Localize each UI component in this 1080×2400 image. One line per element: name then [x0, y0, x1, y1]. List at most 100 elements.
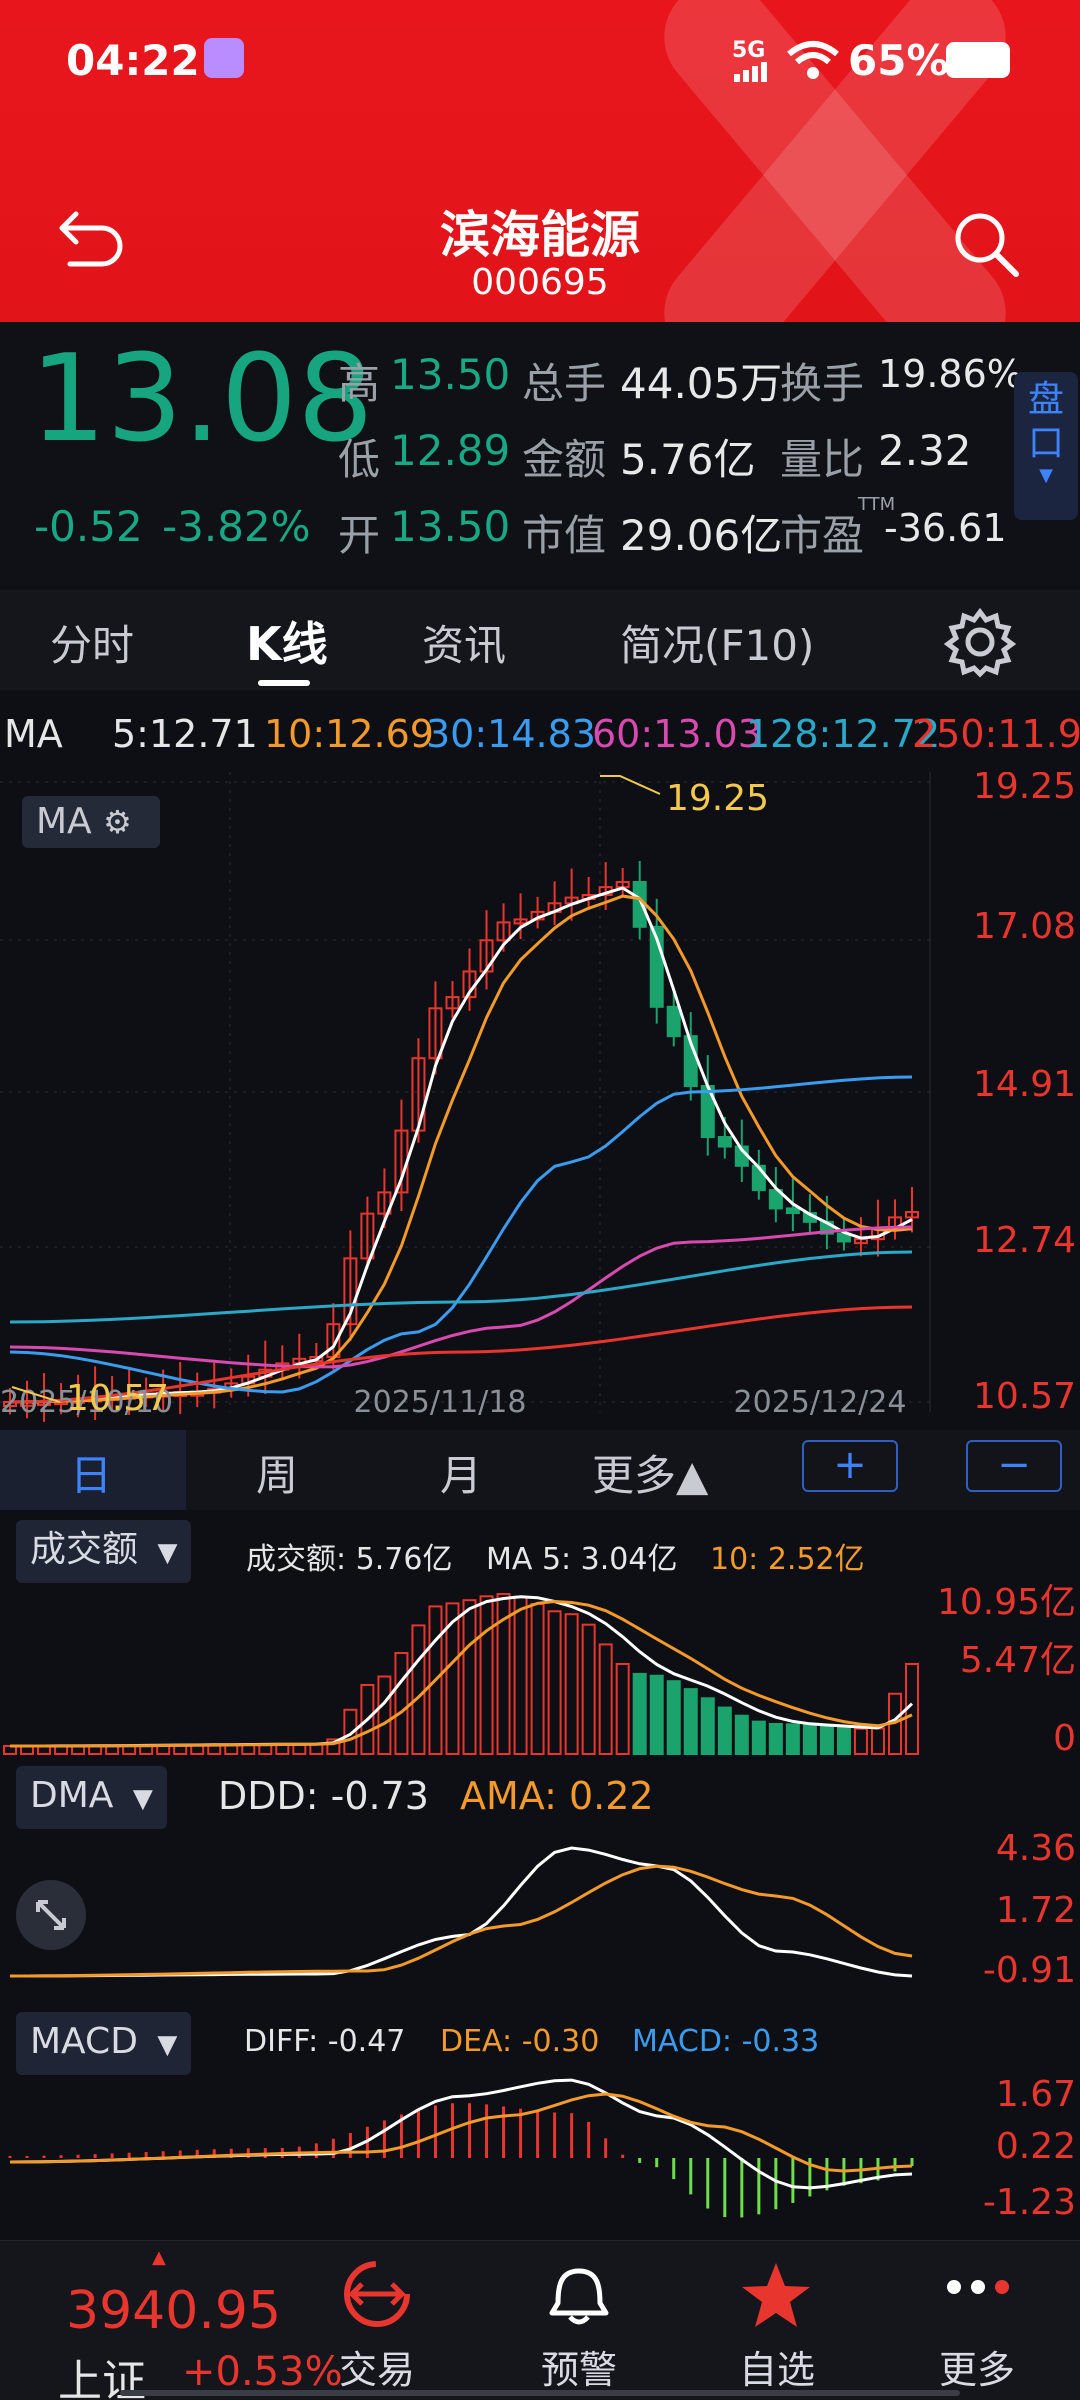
volume-selector-label: 成交额 [30, 1529, 139, 1570]
macd-axis-label: 0.22 [996, 2126, 1076, 2167]
current-price: 13.08 [30, 330, 374, 469]
dma-selector-label: DMA [30, 1775, 114, 1816]
home-indicator [120, 2390, 960, 2396]
open-label: 开 [338, 511, 381, 560]
expand-icon[interactable] [16, 1880, 86, 1950]
price-axis-label: 19.25 [973, 772, 1076, 807]
high-value: 13.50 [390, 350, 511, 399]
macd-chart[interactable]: 1.67 0.22 -1.23 [0, 2066, 1080, 2238]
high-label: 高 [338, 359, 381, 408]
volume-bar [717, 1706, 732, 1755]
ma128-value: 128:12.72 [746, 712, 941, 756]
zoom-out-button[interactable]: − [966, 1440, 1062, 1492]
nav-trade[interactable]: 交易 [312, 2339, 442, 2394]
period-month[interactable]: 月 [440, 1442, 482, 1503]
status-time: 04:22 [66, 36, 200, 85]
period-bar: 日 周 月 更多▲ + − [0, 1430, 1080, 1510]
kline-chart[interactable]: 19.2517.0814.9112.7410.572025/10/10 2025/… [0, 772, 1080, 1422]
ma-badge-button[interactable]: MA ⚙ [22, 796, 160, 848]
tab-news[interactable]: 资讯 [422, 612, 506, 673]
ratio-label: 量比 [780, 435, 865, 484]
volume-bar [768, 1722, 783, 1756]
volume-label: 总手 [522, 359, 607, 408]
volume-bar [785, 1723, 800, 1756]
caret-down-icon: ▼ [132, 1784, 153, 1814]
volume-ma5: MA 5: 3.04亿 [486, 1542, 678, 1577]
turnover-value: 19.86% [878, 352, 1023, 396]
period-week[interactable]: 周 [256, 1442, 298, 1503]
period-day[interactable]: 日 [70, 1442, 112, 1503]
volume-bar [649, 1674, 664, 1755]
high-marker-label: 19.25 [666, 778, 769, 819]
pe-value: -36.61 [884, 506, 1007, 550]
volume-bar [411, 1624, 426, 1756]
amount-label: 金额 [522, 435, 607, 484]
index-up-arrow-icon: ▲ [152, 2247, 166, 2268]
ma10-line [9, 894, 913, 1404]
ma128-line [9, 1250, 913, 1324]
ma-label: MA [4, 712, 63, 756]
volume-value: 44.05万 [620, 359, 783, 408]
battery-icon [946, 42, 1010, 78]
period-more[interactable]: 更多▲ [592, 1442, 708, 1503]
nav-more[interactable]: 更多 [912, 2339, 1042, 2394]
price-change-pct: -3.82% [162, 502, 311, 551]
volume-selector[interactable]: 成交额 ▼ [16, 1520, 192, 1583]
macd-axis-label: 1.67 [996, 2074, 1076, 2115]
volume-bar [377, 1675, 392, 1755]
dma-axis-label: 1.72 [996, 1890, 1076, 1931]
volume-bar [700, 1697, 715, 1755]
search-icon[interactable] [952, 210, 1022, 284]
tab-bar: 分时 K线 资讯 简况(F10) [0, 590, 1080, 690]
mktcap-label: 市值 [522, 511, 607, 560]
amount-value: 5.76亿 [620, 435, 756, 484]
tab-indicator [258, 680, 310, 686]
dma-axis-label: -0.91 [983, 1950, 1076, 1991]
volume-chart[interactable]: 10.95亿 5.47亿 0 [0, 1582, 1080, 1758]
bottom-nav: ▲ 3940.95 上证 +0.53% 交易 预警 自选 更多 [0, 2240, 1080, 2400]
dma-axis-label: 4.36 [996, 1828, 1076, 1869]
tab-f10[interactable]: 简况(F10) [620, 612, 814, 673]
zoom-in-button[interactable]: + [802, 1440, 898, 1492]
pankou-button[interactable]: 盘口 ▼ [1014, 372, 1078, 520]
tab-fenshi[interactable]: 分时 [50, 612, 134, 673]
header: 04:22 5G 65% 滨海能源 000695 [0, 0, 1080, 322]
volume-bar [598, 1643, 613, 1755]
bell-icon [544, 2263, 614, 2333]
volume-bar [394, 1651, 409, 1755]
stock-detail-screen: 04:22 5G 65% 滨海能源 000695 13.08 -0.52 -3.… [0, 0, 1080, 2400]
ama-line [10, 1864, 913, 1978]
price-axis-label: 17.08 [973, 906, 1076, 947]
open-value: 13.50 [390, 502, 511, 551]
kline-candles [3, 861, 919, 1422]
ma60-value: 60:13.03 [592, 712, 762, 756]
star-icon [738, 2259, 814, 2335]
ma30-value: 30:14.83 [426, 712, 596, 756]
volume-ma10: 10: 2.52亿 [710, 1542, 865, 1577]
volume-bar [462, 1599, 477, 1756]
candle-body [666, 1005, 681, 1038]
ma250-value: 250:11.94 [912, 712, 1080, 756]
ma10-value: 10:12.69 [264, 712, 434, 756]
dma-chart[interactable]: 4.36 1.72 -0.91 [0, 1826, 1080, 2002]
nav-watchlist[interactable]: 自选 [712, 2339, 842, 2394]
date-axis-label: 2025/12/24 [734, 1385, 907, 1420]
tab-kline[interactable]: K线 [246, 608, 328, 674]
signal-icon [734, 60, 780, 82]
kline-ma-lines [9, 886, 913, 1404]
volume-amount: 成交额: 5.76亿 [246, 1542, 453, 1577]
pe-label: 市盈 [780, 511, 865, 560]
price-axis-label: 12.74 [973, 1220, 1076, 1261]
stock-code: 000695 [471, 262, 609, 303]
nav-alert[interactable]: 预警 [514, 2339, 644, 2394]
turnover-label: 换手 [780, 359, 865, 408]
macd-axis-label: -1.23 [983, 2182, 1076, 2223]
gear-icon: ⚙ [103, 803, 132, 841]
low-value: 12.89 [390, 426, 511, 475]
gear-icon[interactable] [943, 606, 1017, 682]
volume-bar [632, 1672, 647, 1755]
ddd-line [10, 1846, 913, 1978]
index-value[interactable]: 3940.95 [66, 2281, 281, 2341]
dma-selector[interactable]: DMA ▼ [16, 1766, 167, 1829]
caret-down-icon: ▼ [157, 2030, 178, 2060]
